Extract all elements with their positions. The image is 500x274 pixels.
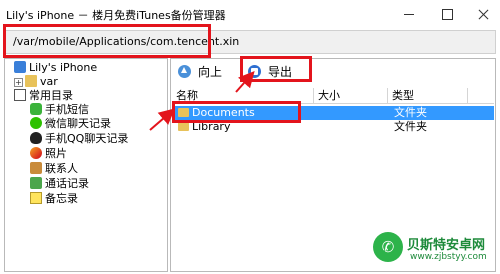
row-type: 文件夹	[394, 120, 427, 133]
list-row-documents[interactable]: Documents 文件夹	[172, 106, 494, 120]
tree-item-label: 备忘录	[45, 192, 78, 205]
tree-item-label: 照片	[45, 147, 67, 160]
watermark-logo-icon: ✆	[373, 232, 403, 262]
column-header-size[interactable]: 大小	[314, 88, 388, 103]
close-button[interactable]	[466, 0, 500, 30]
tree-item-label: Lily's iPhone	[29, 61, 98, 74]
contacts-icon	[30, 162, 42, 174]
list-icon	[14, 89, 26, 101]
phone-icon	[14, 61, 26, 73]
column-header-name[interactable]: 名称	[172, 88, 314, 103]
tree-item-label: 通话记录	[45, 177, 89, 190]
export-icon	[248, 65, 261, 78]
tree-item-photos[interactable]: 照片	[30, 147, 67, 161]
tree-item-var[interactable]: + var	[14, 75, 58, 89]
tree-item-label: 手机QQ聊天记录	[45, 132, 129, 145]
minimize-button[interactable]	[392, 0, 426, 30]
tree-item-label: 联系人	[45, 162, 78, 175]
export-button[interactable]: 导出	[248, 63, 292, 81]
photo-icon	[30, 147, 42, 159]
wechat-icon	[30, 117, 42, 129]
maximize-button[interactable]	[430, 0, 464, 30]
tree-item-qq[interactable]: 手机QQ聊天记录	[30, 132, 128, 146]
export-button-label: 导出	[268, 65, 293, 79]
folder-icon	[178, 122, 189, 131]
tree-item-label: var	[40, 75, 58, 88]
memo-icon	[30, 192, 42, 204]
tree-item-common-dirs[interactable]: 常用目录	[14, 89, 73, 103]
watermark-title: 贝斯特安卓网	[407, 238, 486, 253]
row-type: 文件夹	[394, 106, 427, 119]
window-title: Lily's iPhone － 楼月免费iTunes备份管理器	[6, 9, 226, 22]
tree-item-label: 常用目录	[29, 89, 73, 102]
tree-item-label: 微信聊天记录	[45, 117, 111, 130]
watermark-url: www.zjbstyy.com	[410, 252, 487, 262]
tree-item-call-log[interactable]: 通话记录	[30, 177, 89, 191]
column-header-type[interactable]: 类型	[388, 88, 468, 103]
tree-item-memo[interactable]: 备忘录	[30, 192, 78, 206]
call-log-icon	[30, 177, 42, 189]
tree-item-wechat[interactable]: 微信聊天记录	[30, 117, 111, 131]
path-text: /var/mobile/Applications/com.tencent.xin	[13, 35, 240, 48]
row-name: Library	[192, 120, 231, 133]
qq-icon	[30, 132, 42, 144]
list-header: 名称 大小 类型	[172, 88, 494, 104]
tree-item-contacts[interactable]: 联系人	[30, 162, 78, 176]
tree-item-sms[interactable]: 手机短信	[30, 103, 89, 117]
up-button[interactable]: 向上	[178, 63, 222, 81]
up-arrow-icon	[178, 65, 191, 78]
list-row-library[interactable]: Library 文件夹	[172, 120, 494, 134]
folder-icon	[25, 75, 37, 87]
folder-icon	[178, 108, 189, 117]
tree-item-device[interactable]: Lily's iPhone	[14, 61, 97, 75]
row-name: Documents	[192, 106, 255, 119]
sms-icon	[30, 103, 42, 115]
expand-icon[interactable]: +	[14, 78, 23, 87]
tree-item-label: 手机短信	[45, 103, 89, 116]
up-button-label: 向上	[198, 65, 223, 79]
path-bar[interactable]: /var/mobile/Applications/com.tencent.xin	[4, 30, 496, 54]
title-bar: Lily's iPhone － 楼月免费iTunes备份管理器	[0, 0, 500, 30]
